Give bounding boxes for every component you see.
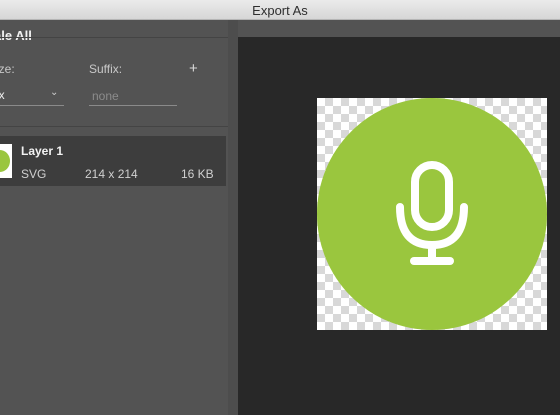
preview-area [238,37,560,415]
layer-name: Layer 1 [21,144,64,158]
layer-format: SVG [21,167,47,181]
layer-thumbnail [0,144,12,178]
panel-splitter[interactable] [228,20,238,415]
scale-all-heading: ale All [0,28,32,43]
layer-file-size: 16 KB [181,167,214,181]
size-label: ize: [0,62,15,76]
microphone-icon [396,161,468,265]
layer-dimensions: 214 x 214 [85,167,138,181]
layer-row[interactable]: Layer 1 SVG 214 x 214 16 KB [0,136,226,186]
size-select-value: lx [0,88,5,102]
title-bar: Export As [0,0,560,20]
chevron-down-icon: ⌄ [50,87,59,98]
thumbnail-circle [0,150,10,172]
suffix-input[interactable] [89,86,177,106]
divider [0,126,228,127]
transparency-canvas [317,98,547,330]
divider [0,37,228,38]
settings-panel: ale All ize: Suffix: + lx ⌄ Layer 1 SVG … [0,20,228,415]
window-title: Export As [252,3,308,18]
size-select[interactable]: lx ⌄ [0,86,64,106]
suffix-label: Suffix: [89,62,123,76]
add-scale-button[interactable]: + [189,60,198,77]
